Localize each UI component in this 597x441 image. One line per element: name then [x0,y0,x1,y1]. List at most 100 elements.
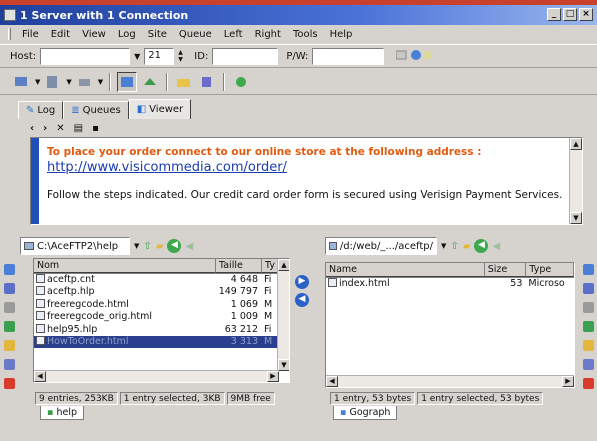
scroll-up-icon[interactable]: ▲ [278,259,289,271]
view-side-icon[interactable] [3,302,15,313]
file-row[interactable]: index.html 53 Microso [326,278,574,290]
file-row[interactable]: help95.hlp 63 212 Fi [34,323,289,336]
left-forward-icon[interactable]: ◀ [185,241,193,252]
file-row[interactable]: aceftp.hlp 149 797 Fi [34,286,289,298]
menu-queue[interactable]: Queue [179,29,212,40]
delete-icon[interactable]: ✕ [56,123,64,134]
newfolder-side-icon[interactable] [582,321,594,332]
site-dropdown-icon[interactable]: ▼ [35,78,40,86]
left-up-folder-icon[interactable]: ⇧ [143,241,151,252]
menu-log[interactable]: Log [118,29,136,40]
left-hscrollbar[interactable]: ◀ ▶ [34,370,279,382]
menu-icon[interactable]: ▪ [92,123,99,134]
folder-side-icon[interactable] [3,340,15,351]
scroll-right-icon[interactable]: ▶ [267,371,279,382]
scroll-left-icon[interactable]: ◀ [326,376,338,387]
right-col-type[interactable]: Type [526,263,574,277]
right-up-folder-icon[interactable]: ⇧ [450,241,458,252]
refresh-icon[interactable] [231,72,251,92]
edit-side-icon[interactable] [582,283,594,294]
connect-icon[interactable] [395,48,433,65]
site-manager-icon[interactable] [12,72,32,92]
password-input[interactable] [312,47,385,65]
newfolder-side-icon[interactable] [3,321,15,332]
menu-right[interactable]: Right [255,29,281,40]
host-input[interactable] [40,47,131,65]
scroll-left-icon[interactable]: ◀ [34,371,46,382]
right-path-dropdown-icon[interactable]: ▼ [441,242,446,250]
refresh-side-icon[interactable] [3,264,15,275]
left-path-dropdown-icon[interactable]: ▼ [134,242,139,250]
right-hscrollbar[interactable]: ◀ ▶ [326,375,574,387]
edit-side-icon[interactable] [3,283,15,294]
file-row[interactable]: freeregcode_orig.html 1 009 M [34,311,289,323]
right-back-icon[interactable]: ◀ [474,239,489,253]
right-bottom-tab[interactable]: ▪ Gograph [333,406,398,420]
file-row[interactable]: freeregcode.html 1 069 M [34,298,289,311]
minimize-button[interactable]: _ [547,8,561,21]
menu-edit[interactable]: Edit [51,29,70,40]
queue-icon[interactable] [197,72,217,92]
rename-side-icon[interactable] [582,359,594,370]
previous-icon[interactable]: ‹ [30,123,34,134]
file-icon [36,323,45,333]
print-icon[interactable]: ▤ [74,123,83,134]
right-col-name[interactable]: Name [326,263,485,277]
maximize-button[interactable]: □ [563,8,577,21]
download-arrow-icon[interactable]: ◀ [295,293,309,307]
disconnect-icon[interactable] [75,72,95,92]
left-folder-icon[interactable]: ▰ [156,241,164,252]
left-back-icon[interactable]: ◀ [167,239,182,253]
right-status-bar: 1 entry, 53 bytes 1 entry selected, 53 b… [330,392,580,405]
right-path-input[interactable]: /d:/web/_.../aceftp/ [325,237,437,255]
scroll-up-icon[interactable]: ▲ [570,138,582,150]
close-button[interactable]: × [579,8,593,21]
file-row[interactable]: HowToOrder.html 3 313 M [34,335,289,349]
folder-side-icon[interactable] [582,340,594,351]
folder-icon[interactable] [174,72,194,92]
port-stepper[interactable]: ▲ ▼ [178,49,186,64]
left-file-header: Nom Taille Ty [34,259,289,274]
delete-side-icon[interactable] [3,378,15,389]
disconnect-dropdown-icon[interactable]: ▼ [98,78,103,86]
viewer-scrollbar[interactable]: ▲ ▼ [569,138,582,224]
tab-queues[interactable]: ≣ Queues [63,101,129,119]
scroll-right-icon[interactable]: ▶ [562,376,574,387]
tab-log[interactable]: ✎ Log [18,101,64,119]
scroll-down-icon[interactable]: ▼ [570,212,582,224]
refresh-side-icon[interactable] [582,264,594,275]
delete-side-icon[interactable] [582,378,594,389]
right-folder-icon[interactable]: ▰ [463,241,471,252]
menu-view[interactable]: View [82,29,106,40]
left-path-input[interactable]: C:\AceFTP2\help [20,237,130,255]
connect-dropdown-icon[interactable]: ▼ [66,78,71,86]
port-input[interactable]: 21 [144,47,175,65]
menu-left[interactable]: Left [224,29,243,40]
layout-icon[interactable] [117,71,138,92]
left-col-size[interactable]: Taille [216,259,262,273]
rename-side-icon[interactable] [3,359,15,370]
scroll-down-icon[interactable]: ▼ [278,359,289,371]
tab-viewer[interactable]: ◧ Viewer [128,99,192,119]
transfer-icon[interactable] [140,72,160,92]
right-col-size[interactable]: Size [484,263,527,277]
left-col-name[interactable]: Nom [34,259,216,273]
host-dropdown-icon[interactable]: ▼ [134,52,140,61]
menu-tools[interactable]: Tools [293,29,318,40]
title-bar[interactable]: 1 Server with 1 Connection _ □ × [0,5,597,25]
toolbar-grip[interactable] [8,28,11,40]
left-bottom-tab[interactable]: ▪ help [40,406,84,420]
order-link[interactable]: http://www.visicommedia.com/order/ [47,160,568,175]
id-input[interactable] [212,47,279,65]
connect-server-icon[interactable] [43,72,63,92]
next-icon[interactable]: › [43,123,47,134]
menu-help[interactable]: Help [330,29,353,40]
left-vscrollbar[interactable]: ▲ ▼ [277,259,289,371]
menu-file[interactable]: File [22,29,39,40]
file-size: 1 009 [216,311,262,323]
view-side-icon[interactable] [582,302,594,313]
menu-site[interactable]: Site [148,29,167,40]
right-forward-icon[interactable]: ◀ [492,241,500,252]
upload-arrow-icon[interactable]: ▶ [295,275,309,289]
file-row[interactable]: aceftp.cnt 4 648 Fi [34,274,289,286]
